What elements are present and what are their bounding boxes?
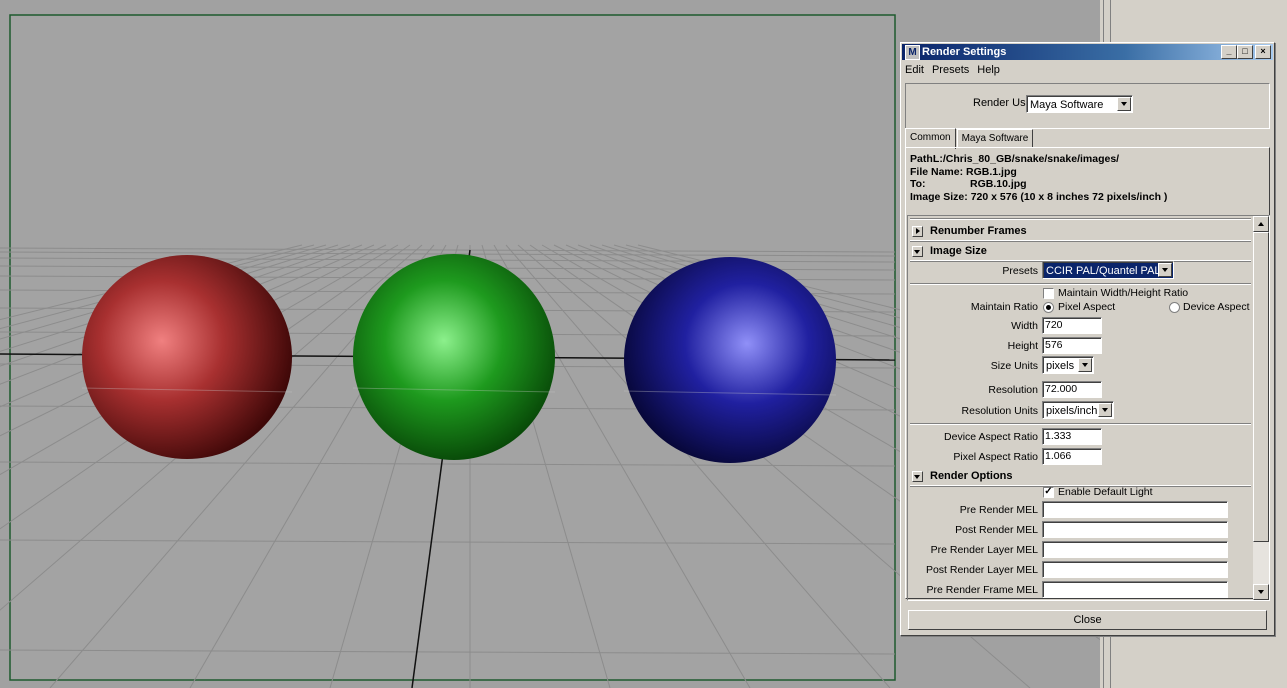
- collapse-arrow-icon[interactable]: [912, 246, 923, 257]
- pixel-aspect-ratio-field[interactable]: 1.066: [1042, 448, 1102, 465]
- section-render-options[interactable]: Render Options: [910, 468, 1251, 486]
- chevron-down-icon: [1158, 263, 1172, 277]
- pre-render-mel-label: Pre Render MEL: [959, 504, 1038, 516]
- output-info: Path: L:/Chris_80_GB/snake/snake/images/…: [910, 153, 1167, 203]
- device-aspect-label: Device Aspect: [1183, 301, 1250, 313]
- path-value: L:/Chris_80_GB/snake/snake/images/: [932, 153, 1120, 165]
- divider: [910, 423, 1251, 424]
- image-size-label: Image Size:: [910, 190, 968, 203]
- collapse-arrow-icon[interactable]: [912, 471, 923, 482]
- to-value: RGB.10.jpg: [970, 178, 1027, 190]
- blue-sphere: [624, 257, 836, 463]
- tab-bar: Common Maya Software: [905, 128, 1034, 149]
- settings-scroll-area[interactable]: Renumber Frames Image Size Presets CCIR …: [907, 215, 1270, 601]
- render-settings-window: M Render Settings _ □ × Edit Presets Hel…: [900, 42, 1275, 636]
- section-title: Image Size: [930, 245, 987, 257]
- maintain-wh-ratio-label: Maintain Width/Height Ratio: [1058, 287, 1189, 299]
- device-aspect-ratio-label: Device Aspect Ratio: [944, 431, 1038, 443]
- section-title: Render Options: [930, 470, 1013, 482]
- resolution-field[interactable]: 72.000: [1042, 381, 1102, 398]
- device-aspect-ratio-field[interactable]: 1.333: [1042, 428, 1102, 445]
- chevron-down-icon: [1117, 97, 1131, 111]
- render-using-value: Maya Software: [1030, 99, 1104, 111]
- green-sphere: [353, 254, 555, 460]
- scroll-thumb[interactable]: [1253, 232, 1269, 542]
- scroll-up-icon[interactable]: [1253, 216, 1269, 232]
- vertical-scrollbar[interactable]: [1253, 216, 1269, 600]
- post-render-layer-mel-label: Post Render Layer MEL: [925, 564, 1038, 576]
- chevron-down-icon: [1078, 358, 1092, 372]
- title-bar[interactable]: M Render Settings _ □ ×: [902, 44, 1273, 60]
- tab-maya-software[interactable]: Maya Software: [956, 129, 1034, 148]
- window-title: Render Settings: [922, 46, 1007, 58]
- post-render-layer-mel-field[interactable]: [1042, 561, 1228, 578]
- close-window-button[interactable]: ×: [1255, 45, 1271, 59]
- file-name-label: File Name:: [910, 165, 964, 178]
- maya-app-icon: M: [905, 45, 920, 60]
- path-label: Path:: [910, 153, 937, 165]
- render-using-group: Render Using Maya Software: [905, 83, 1270, 129]
- minimize-button[interactable]: _: [1221, 45, 1237, 59]
- menu-bar: Edit Presets Help: [901, 61, 1274, 79]
- pre-render-frame-mel-field[interactable]: [1042, 581, 1228, 598]
- size-units-dropdown[interactable]: pixels: [1042, 356, 1094, 374]
- maintain-ratio-label: Maintain Ratio: [970, 301, 1038, 313]
- menu-edit[interactable]: Edit: [905, 64, 924, 76]
- pre-render-layer-mel-field[interactable]: [1042, 541, 1228, 558]
- pixel-aspect-label: Pixel Aspect: [1058, 301, 1116, 313]
- size-units-value: pixels: [1046, 360, 1075, 372]
- divider: [910, 283, 1251, 284]
- menu-help[interactable]: Help: [977, 64, 1000, 76]
- chevron-down-icon: [1098, 403, 1112, 417]
- pixel-aspect-ratio-label: Pixel Aspect Ratio: [953, 451, 1038, 463]
- resolution-label: Resolution: [988, 384, 1038, 396]
- resolution-units-value: pixels/inch: [1046, 405, 1098, 417]
- presets-value: CCIR PAL/Quantel PAL: [1046, 265, 1161, 277]
- close-button[interactable]: Close: [908, 610, 1267, 630]
- tab-common[interactable]: Common: [905, 128, 956, 149]
- resolution-units-dropdown[interactable]: pixels/inch: [1042, 401, 1114, 419]
- file-name-value: RGB.1.jpg: [966, 165, 1017, 178]
- post-render-mel-label: Post Render MEL: [955, 524, 1038, 536]
- post-render-mel-field[interactable]: [1042, 521, 1228, 538]
- pre-render-layer-mel-label: Pre Render Layer MEL: [930, 544, 1038, 556]
- resolution-units-label: Resolution Units: [961, 405, 1038, 417]
- device-aspect-radio[interactable]: [1169, 302, 1180, 313]
- presets-label: Presets: [1002, 265, 1038, 277]
- scroll-down-icon[interactable]: [1253, 584, 1269, 600]
- enable-default-light-label: Enable Default Light: [1058, 486, 1153, 498]
- height-field[interactable]: 576: [1042, 337, 1102, 354]
- enable-default-light-checkbox[interactable]: ✓: [1043, 487, 1054, 498]
- presets-dropdown[interactable]: CCIR PAL/Quantel PAL: [1042, 261, 1174, 279]
- maximize-button[interactable]: □: [1237, 45, 1253, 59]
- red-sphere: [82, 255, 292, 459]
- menu-presets[interactable]: Presets: [932, 64, 969, 76]
- width-field[interactable]: 720: [1042, 317, 1102, 334]
- pre-render-mel-field[interactable]: [1042, 501, 1228, 518]
- section-image-size[interactable]: Image Size: [910, 243, 1251, 261]
- clipped-section-divider: [910, 218, 1251, 219]
- height-label: Height: [1007, 340, 1038, 352]
- pixel-aspect-radio[interactable]: [1043, 302, 1054, 313]
- section-renumber-frames[interactable]: Renumber Frames: [910, 223, 1251, 241]
- to-label: To:: [910, 178, 926, 190]
- maintain-wh-ratio-checkbox[interactable]: [1043, 288, 1054, 299]
- width-label: Width: [1011, 320, 1038, 332]
- size-units-label: Size Units: [990, 360, 1038, 372]
- section-title: Renumber Frames: [930, 225, 1027, 237]
- pre-render-frame-mel-label: Pre Render Frame MEL: [926, 584, 1038, 596]
- expand-arrow-icon[interactable]: [912, 226, 923, 237]
- render-using-dropdown[interactable]: Maya Software: [1026, 95, 1133, 113]
- image-size-value: 720 x 576 (10 x 8 inches 72 pixels/inch …: [970, 190, 1168, 203]
